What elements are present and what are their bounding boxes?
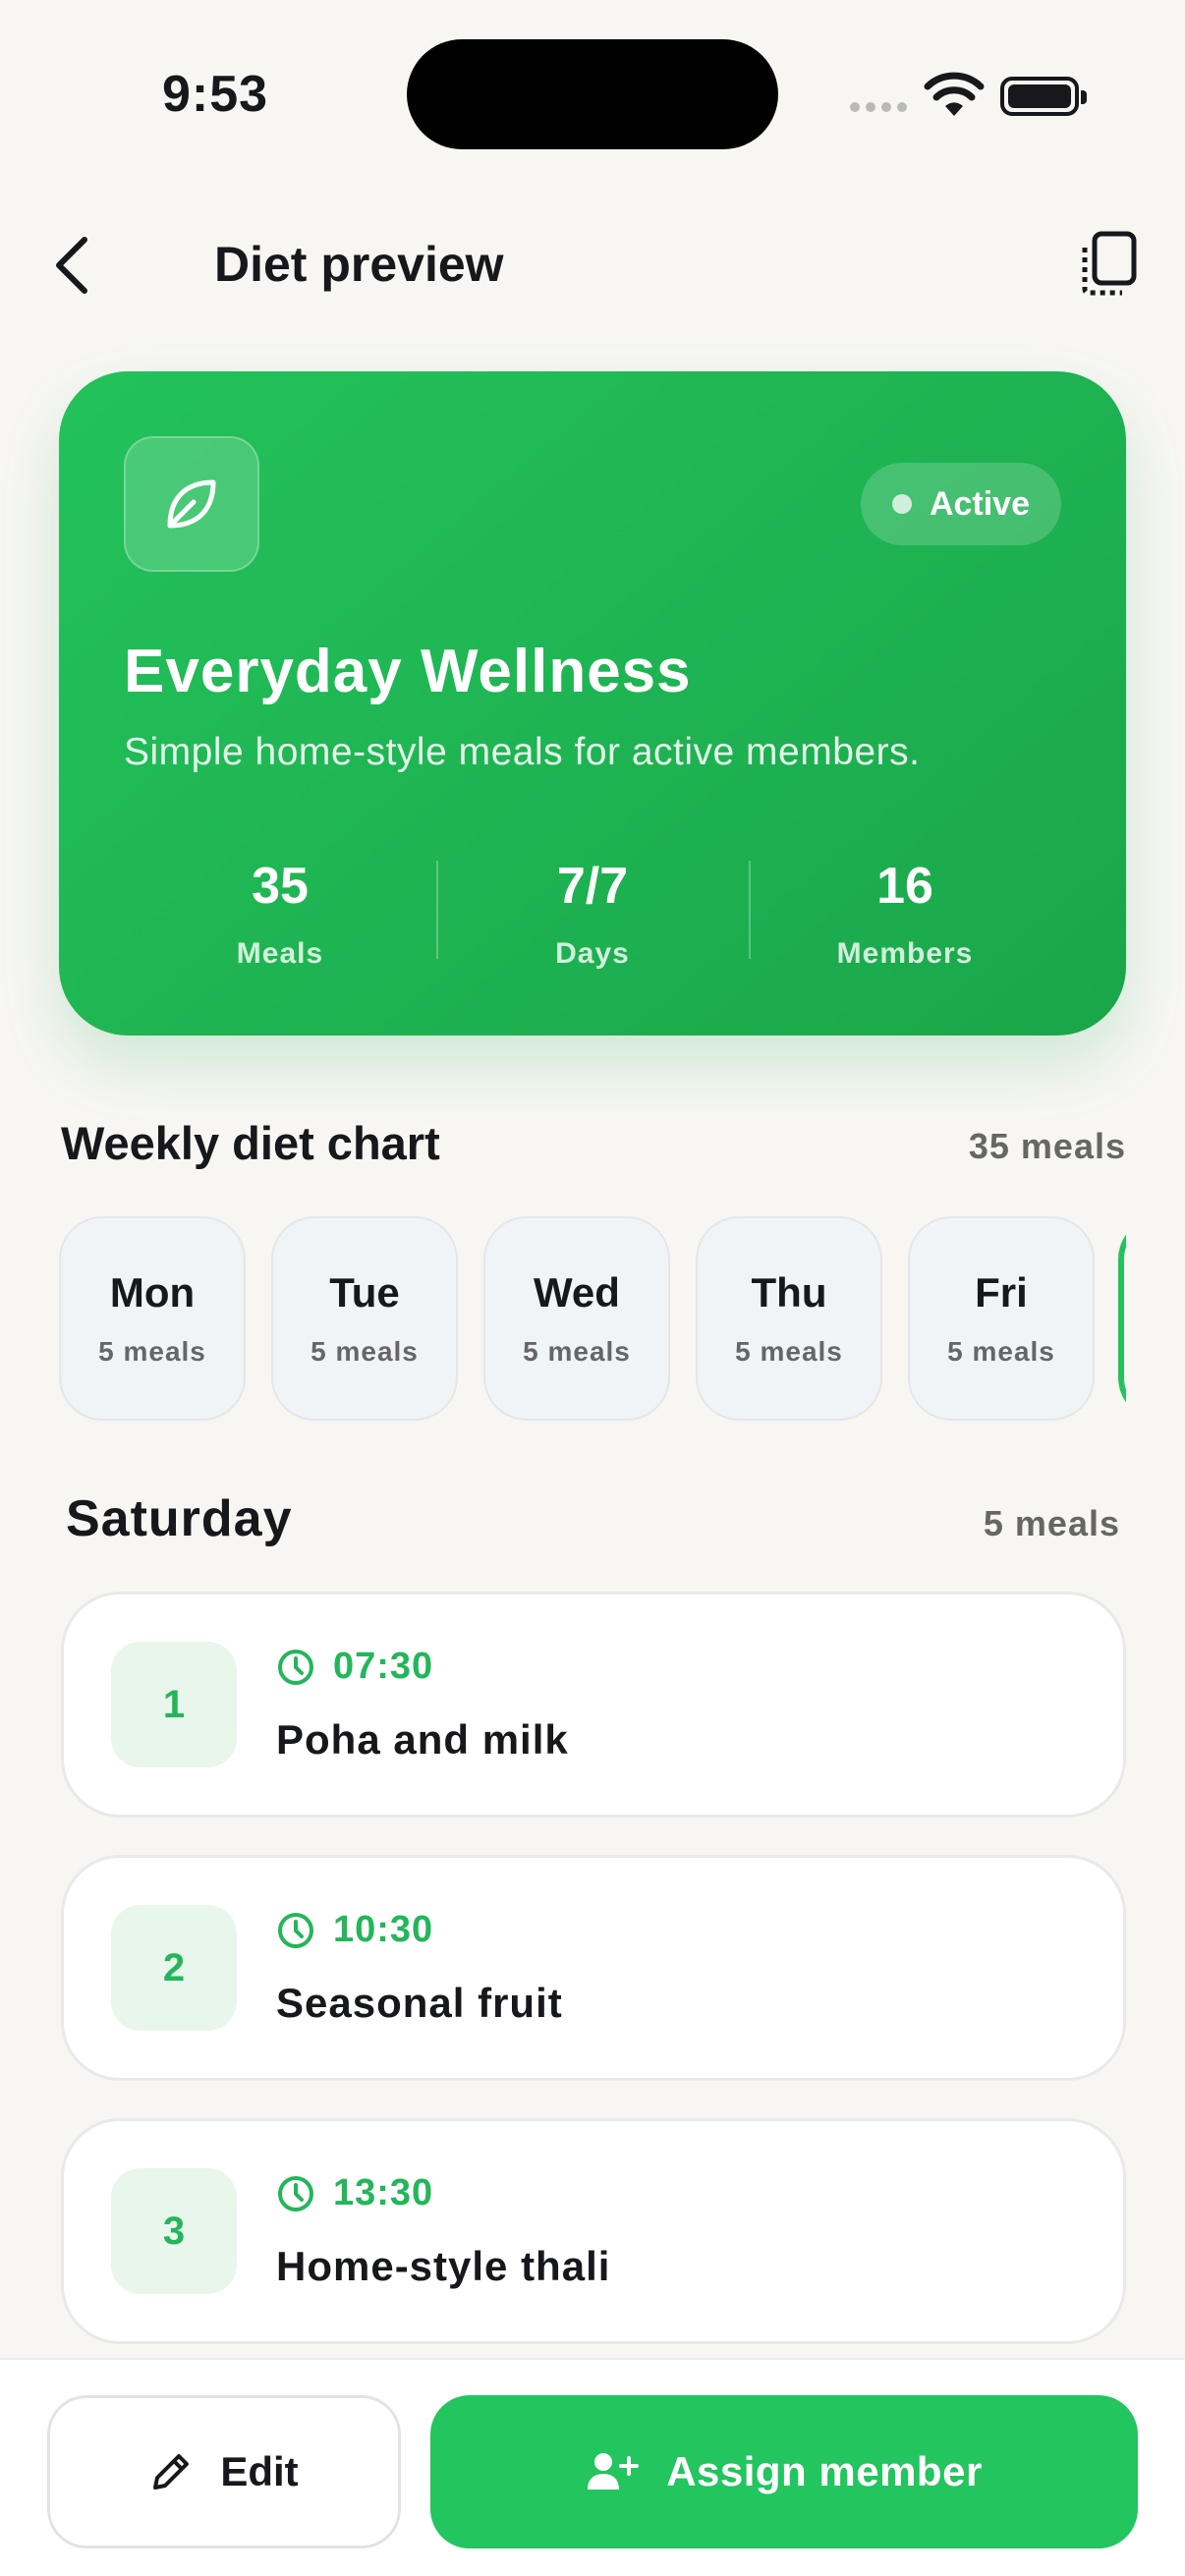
- meal-card[interactable]: 1 07:30 Poha and milk: [61, 1592, 1126, 1818]
- meal-name: Poha and milk: [276, 1716, 569, 1763]
- dynamic-island: [407, 39, 778, 149]
- meal-number: 3: [111, 2168, 237, 2294]
- bottom-action-bar: Edit Assign member: [0, 2358, 1185, 2576]
- stat-label: Members: [836, 937, 974, 970]
- stat-meals: 35 Meals: [124, 857, 436, 970]
- day-meal-count: 5 meals: [523, 1336, 631, 1367]
- clock-icon: [278, 1912, 313, 1948]
- status-badge-label: Active: [929, 484, 1030, 523]
- meal-card[interactable]: 2 10:30 Seasonal fruit: [61, 1855, 1126, 2081]
- meal-time: 07:30: [276, 1646, 433, 1688]
- pencil-icon: [153, 2454, 190, 2490]
- selected-day-meal-count: 5 meals: [983, 1503, 1120, 1543]
- clock-icon: [278, 2175, 313, 2212]
- day-chip-tue[interactable]: Tue 5 meals: [271, 1216, 458, 1421]
- status-dot: [891, 494, 912, 514]
- meal-name: Seasonal fruit: [276, 1980, 563, 2026]
- wifi-icon: [924, 72, 985, 116]
- day-meal-count: 5 meals: [98, 1336, 206, 1367]
- edit-button-label: Edit: [220, 2448, 299, 2494]
- day-name: Wed: [534, 1269, 620, 1316]
- day-name: Mon: [109, 1269, 196, 1316]
- meal-time: 13:30: [276, 2172, 433, 2214]
- assign-member-button[interactable]: Assign member: [430, 2395, 1138, 2548]
- meal-number: 2: [111, 1905, 237, 2031]
- weekly-meal-count: 35 meals: [968, 1126, 1126, 1166]
- day-chip-wed[interactable]: Wed 5 meals: [483, 1216, 670, 1421]
- plan-description: Simple home-style meals for active membe…: [124, 731, 921, 773]
- plan-stats: 35 Meals 7/7 Days 16 Members: [124, 857, 1061, 970]
- meal-name: Home-style thali: [276, 2243, 611, 2289]
- stat-label: Meals: [236, 937, 324, 970]
- meal-time-label: 10:30: [333, 1909, 434, 1950]
- day-selector: Mon 5 meals Tue 5 meals Wed 5 meals Thu …: [59, 1216, 1126, 1423]
- meal-number: 1: [111, 1642, 237, 1767]
- leaf-icon: [167, 479, 216, 529]
- stat-label: Days: [555, 937, 630, 970]
- day-chip-fri[interactable]: Fri 5 meals: [908, 1216, 1095, 1421]
- page-title: Diet preview: [214, 237, 504, 292]
- day-meal-count: 5 meals: [947, 1336, 1055, 1367]
- day-name: Thu: [751, 1269, 827, 1316]
- chevron-left-icon: [56, 237, 87, 294]
- stat-value: 7/7: [556, 858, 629, 915]
- day-meal-count: 5 meals: [310, 1336, 419, 1367]
- day-name: Fri: [975, 1269, 1028, 1316]
- stat-value: 35: [252, 858, 309, 915]
- stat-value: 16: [876, 858, 933, 915]
- copy-icon: [1082, 231, 1137, 296]
- status-badge: Active: [860, 463, 1061, 545]
- day-chip-thu[interactable]: Thu 5 meals: [696, 1216, 882, 1421]
- assign-member-label: Assign member: [666, 2448, 983, 2494]
- day-name: Tue: [329, 1269, 400, 1316]
- meal-time-label: 13:30: [333, 2172, 434, 2213]
- plan-name: Everyday Wellness: [124, 638, 692, 705]
- cellular-signal-icon: [850, 102, 907, 112]
- add-user-icon: [588, 2453, 640, 2490]
- weekly-chart-title: Weekly diet chart: [61, 1117, 440, 1169]
- back-button[interactable]: [49, 226, 118, 305]
- clock-icon: [278, 1649, 313, 1685]
- diet-plan-card: Active Everyday Wellness Simple home-sty…: [59, 371, 1126, 1036]
- battery-icon: [1000, 77, 1087, 116]
- selected-day-title: Saturday: [66, 1490, 293, 1547]
- plan-icon-box: [124, 436, 259, 572]
- day-meal-count: 5 meals: [735, 1336, 843, 1367]
- edit-button[interactable]: Edit: [47, 2395, 401, 2548]
- stat-members: 16 Members: [749, 857, 1061, 970]
- copy-button[interactable]: [1077, 230, 1146, 299]
- status-time: 9:53: [162, 66, 269, 123]
- stat-days: 7/7 Days: [436, 857, 749, 970]
- day-chip-sat-selected[interactable]: [1118, 1216, 1126, 1421]
- day-chip-mon[interactable]: Mon 5 meals: [59, 1216, 246, 1421]
- meal-time-label: 07:30: [333, 1646, 434, 1687]
- meal-card[interactable]: 3 13:30 Home-style thali: [61, 2118, 1126, 2344]
- meal-time: 10:30: [276, 1909, 433, 1951]
